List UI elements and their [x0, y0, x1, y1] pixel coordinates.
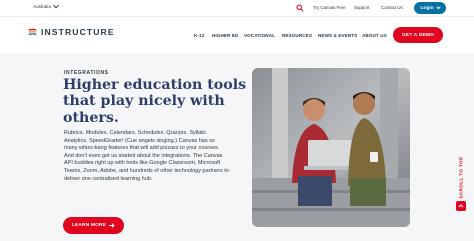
logo-wordmark: INSTRUCTURE: [41, 27, 115, 37]
nav-news-events[interactable]: NEWS & EVENTS: [318, 33, 357, 38]
nav-vocational[interactable]: VOCATIONAL: [244, 33, 275, 38]
region-selector[interactable]: Australia: [33, 2, 59, 9]
hero-section: INTEGRATIONS Higher education tools that…: [0, 53, 474, 241]
hero-photo: [252, 68, 410, 227]
search-icon[interactable]: [296, 4, 304, 12]
nav-about-us[interactable]: ABOUT US: [362, 33, 387, 38]
login-label: Login: [420, 5, 434, 11]
chevron-up-icon: [458, 204, 464, 208]
region-label: Australia: [33, 4, 51, 9]
section-eyebrow: INTEGRATIONS: [64, 70, 109, 76]
utility-bar: Australia Try Canvas Free Support Contac…: [0, 0, 474, 17]
hero-body-text: Rubrics. Modules. Calendars. Schedules. …: [64, 130, 229, 182]
main-navigation: INSTRUCTURE K-12 HIGHER ED VOCATIONAL RE…: [0, 17, 474, 53]
try-canvas-free-link[interactable]: Try Canvas Free: [313, 5, 346, 10]
arrow-up-icon[interactable]: [456, 201, 466, 211]
chevron-down-icon: [53, 2, 59, 8]
nav-k12[interactable]: K-12: [194, 33, 204, 38]
chevron-down-icon: [435, 4, 441, 9]
hero-headline: Higher education tools that play nicely …: [63, 77, 247, 126]
get-a-demo-button[interactable]: GET A DEMO: [393, 27, 443, 43]
learn-more-label: LEARN MORE: [71, 223, 107, 228]
support-link[interactable]: Support: [354, 5, 369, 10]
instructure-logo-icon: [28, 28, 37, 36]
login-button[interactable]: Login: [414, 2, 446, 14]
contact-us-link[interactable]: Contact Us: [381, 5, 403, 10]
arrow-right-icon: [109, 223, 115, 228]
learn-more-button[interactable]: LEARN MORE: [63, 217, 124, 234]
scroll-to-top[interactable]: SCROLL TO TOP: [455, 156, 467, 213]
scroll-to-top-label: SCROLL TO TOP: [458, 156, 464, 199]
instructure-logo[interactable]: INSTRUCTURE: [28, 27, 115, 37]
nav-resources[interactable]: RESOURCES: [282, 33, 312, 38]
nav-higher-ed[interactable]: HIGHER ED: [212, 33, 238, 38]
